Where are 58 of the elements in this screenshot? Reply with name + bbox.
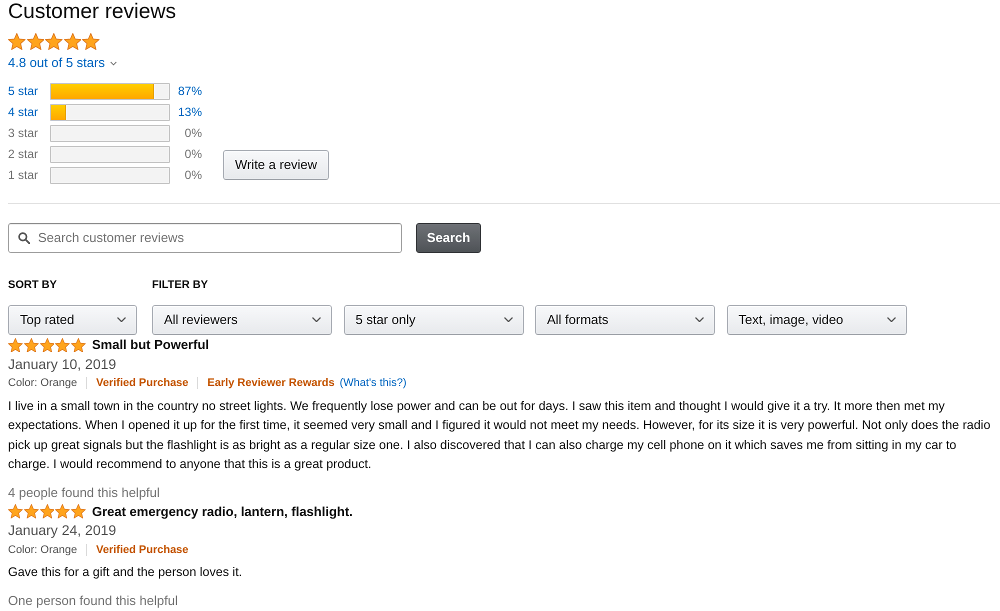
star-icon [82,33,100,50]
filter-dropdown[interactable]: All formats [535,304,715,334]
chevron-down-icon [312,316,321,322]
star-icon [71,504,86,519]
review-status-text: Verified Purchase [96,542,188,556]
search-icon [18,232,30,244]
percent-text[interactable]: 87% [170,84,202,98]
search-field[interactable]: Search customer reviews [8,222,402,252]
helpful-count-text: One person found this helpful [8,592,178,608]
star-icon [8,33,26,50]
caret-icon[interactable] [110,60,117,66]
sort-dropdown[interactable]: Top rated [8,304,137,334]
filter-dropdown[interactable]: 5 star only [344,304,524,334]
review-status-text: Verified Purchase [96,376,188,390]
star-icon [40,504,54,519]
star-level-label: 3 star [8,126,40,140]
filter-dropdown[interactable]: All reviewers [152,304,332,334]
variant-text: Color: Orange [8,542,78,556]
sort-heading: SORT BY [8,278,58,292]
chevron-down-icon [117,316,126,322]
chevron-down-icon [504,316,512,322]
filter-heading: FILTER BY [152,278,208,292]
star-level-label[interactable]: 5 star [8,84,50,98]
helpful-count-text: 4 people found this helpful [8,484,160,500]
search-button[interactable]: Search [416,222,481,252]
star-icon [71,338,86,352]
chevron-down-icon [886,316,896,322]
star-level-label[interactable]: 4 star [8,105,50,119]
percent-text[interactable]: 13% [170,105,202,119]
info-link[interactable]: (What's this?) [340,376,407,390]
star-icon [24,338,39,352]
review-date: January 10, 2019 [8,354,116,372]
review-date: January 24, 2019 [8,521,116,539]
percent-text: 0% [184,168,202,182]
review-status-text: Early Reviewer Rewards [207,376,335,390]
review-text: Gave this for a gift and the person loves it. [8,564,244,581]
star-icon [40,338,54,352]
review-text: I live in a small town in the country no street lights. We frequently lose power and can be out for days. I saw this item and thought I would give it a try. It more then met my expectations. When I opened it up for the first time, it seemed very small and I figured it would not meet my needs. However, for its size it is very powerful. Not only does the radio pick up great signals but the flashlight is as bright as a regular size one. I also discovered that I can also charge my cell phone on it which saves me from sitting in my car to charge. I would recommend to anyone that this is a great product. [8,398,992,473]
section-title: Customer reviews [8,0,176,24]
star-level-label: 1 star [8,168,40,182]
star-level-label: 2 star [8,147,40,161]
star-icon [55,338,70,352]
star-icon [8,338,23,352]
star-icon [64,33,82,50]
percent-text: 0% [184,126,202,140]
review-title[interactable]: Great emergency radio, lantern, flashlight. [92,504,353,520]
chevron-down-icon [695,316,704,322]
star-icon [24,504,39,519]
variant-text: Color: Orange [8,376,78,390]
filter-dropdown[interactable]: Text, image, video [726,304,906,334]
write-review-button[interactable]: Write a review [223,150,329,180]
percent-text: 0% [184,147,202,161]
rating-summary-link[interactable]: 4.8 out of 5 stars [8,54,105,70]
star-icon [8,504,23,519]
star-icon [26,33,44,50]
star-icon [55,504,70,519]
review-title[interactable]: Small but Powerful [92,337,209,353]
star-icon [45,33,63,50]
